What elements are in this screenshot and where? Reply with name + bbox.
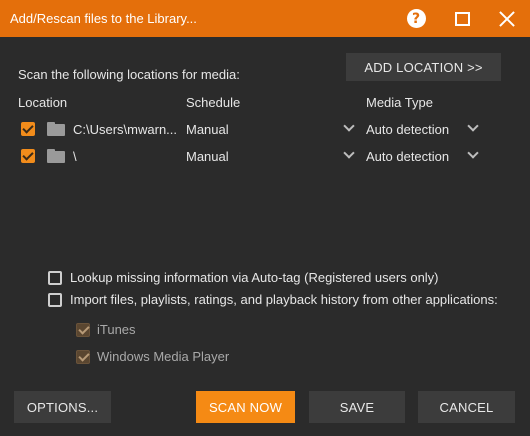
help-button[interactable]: ? (396, 0, 436, 37)
location-path: \ (73, 149, 77, 164)
media-type-select[interactable]: Auto detection (366, 122, 449, 137)
add-location-button[interactable]: ADD LOCATION >> (346, 53, 501, 81)
chevron-down-icon[interactable] (467, 120, 479, 132)
location-path: C:\Users\mwarn... (73, 122, 178, 137)
schedule-select[interactable]: Manual (186, 122, 229, 137)
maximize-button[interactable] (442, 0, 482, 37)
location-row[interactable]: \ Manual Auto detection (0, 146, 530, 166)
import-checkbox[interactable] (48, 293, 62, 307)
media-type-select[interactable]: Auto detection (366, 149, 449, 164)
wmp-label: Windows Media Player (97, 349, 230, 364)
scan-now-button[interactable]: SCAN NOW (196, 391, 295, 423)
maximize-icon (454, 11, 470, 26)
location-checkbox[interactable] (21, 122, 35, 136)
help-icon: ? (406, 9, 426, 28)
chevron-down-icon[interactable] (343, 120, 355, 132)
scan-locations-label: Scan the following locations for media: (18, 67, 240, 82)
import-label: Import files, playlists, ratings, and pl… (70, 292, 498, 307)
folder-icon (47, 122, 65, 136)
chevron-down-icon[interactable] (343, 147, 355, 159)
window-title: Add/Rescan files to the Library... (10, 11, 197, 26)
autotag-label: Lookup missing information via Auto-tag … (70, 270, 439, 285)
schedule-select[interactable]: Manual (186, 149, 229, 164)
location-checkbox[interactable] (21, 149, 35, 163)
options-button[interactable]: OPTIONS... (14, 391, 111, 423)
column-header-media-type[interactable]: Media Type (366, 95, 433, 110)
autotag-checkbox[interactable] (48, 271, 62, 285)
wmp-checkbox (76, 350, 90, 364)
save-button[interactable]: SAVE (309, 391, 405, 423)
column-header-location[interactable]: Location (18, 95, 67, 110)
itunes-label: iTunes (97, 322, 136, 337)
location-row[interactable]: C:\Users\mwarn... Manual Auto detection (0, 119, 530, 139)
cancel-button[interactable]: CANCEL (418, 391, 515, 423)
close-button[interactable] (487, 0, 527, 37)
close-icon (499, 11, 515, 27)
title-bar: Add/Rescan files to the Library... ? (0, 0, 530, 37)
column-header-schedule[interactable]: Schedule (186, 95, 240, 110)
chevron-down-icon[interactable] (467, 147, 479, 159)
folder-icon (47, 149, 65, 163)
itunes-checkbox (76, 323, 90, 337)
